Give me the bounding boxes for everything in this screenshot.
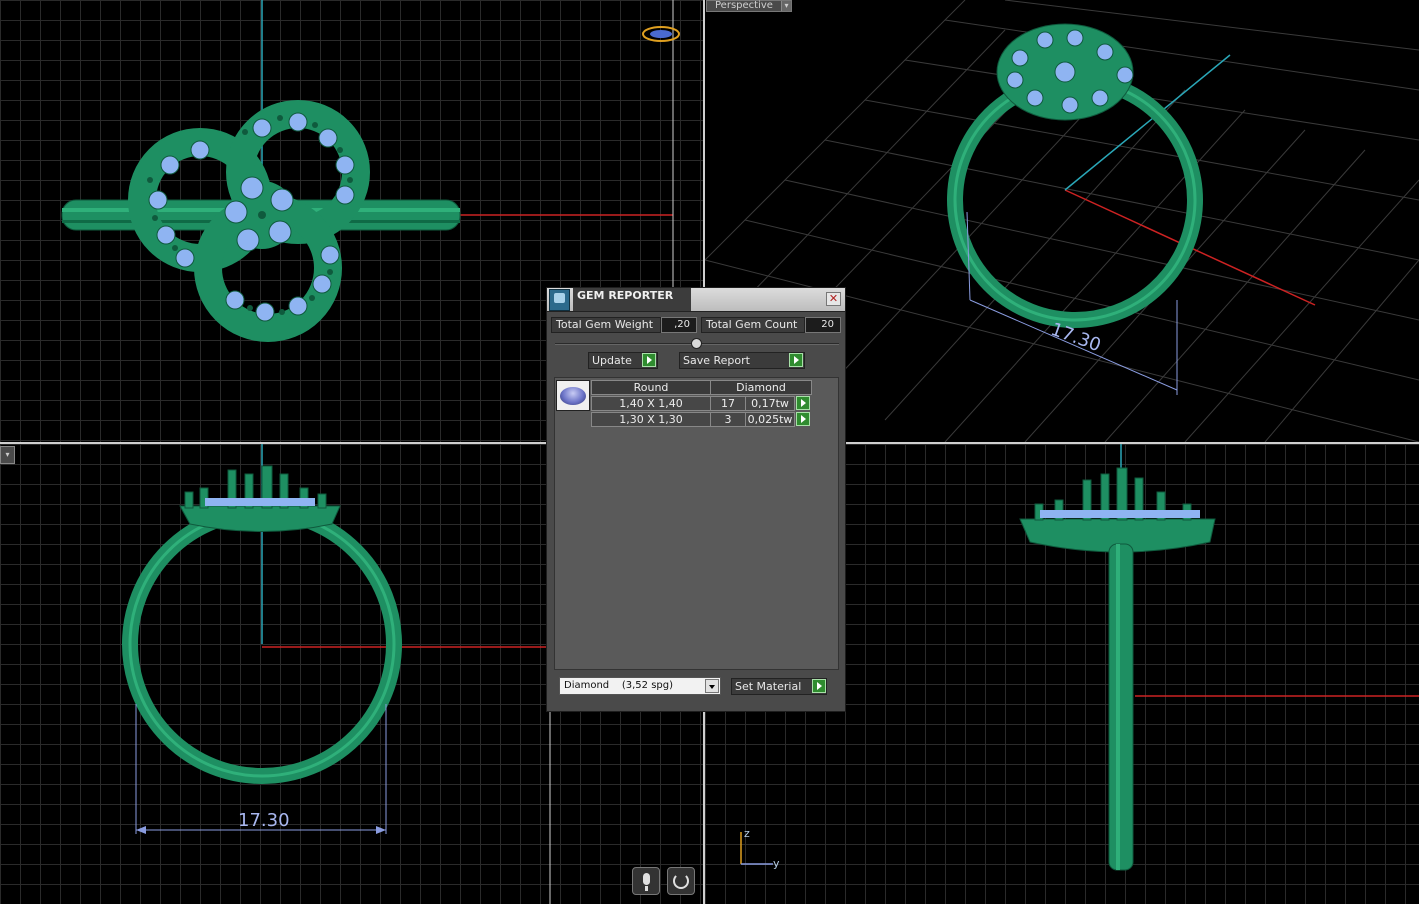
set-material-button-label: Set Material <box>735 680 802 693</box>
gem-reporter-dialog: GEM REPORTER ✕ Total Gem Weight ,20 Tota… <box>546 287 846 712</box>
chevron-down-icon: ▾ <box>781 1 791 11</box>
total-gem-weight-field[interactable]: ,20 <box>661 317 697 333</box>
round-gem-thumbnail-icon[interactable] <box>556 380 590 411</box>
save-report-button[interactable]: Save Report <box>679 352 805 369</box>
material-select[interactable]: Diamond (3,52 spg) <box>559 677 721 695</box>
row-select-arrow-icon[interactable] <box>796 396 810 410</box>
viewport-mode-label: Perspective <box>715 0 773 11</box>
gem-row-weight: 0,17tw <box>745 396 795 411</box>
dimension-label-front: 17.30 <box>238 810 290 831</box>
update-button[interactable]: Update <box>588 352 658 369</box>
gem-row-size: 1,40 X 1,40 <box>591 396 711 411</box>
close-icon: ✕ <box>828 292 839 305</box>
set-material-button[interactable]: Set Material <box>731 678 827 695</box>
update-button-label: Update <box>592 354 632 367</box>
row-select-arrow-icon[interactable] <box>796 412 810 426</box>
gem-reporter-icon <box>549 289 570 311</box>
viewport-menu-toggle[interactable]: ▾ <box>0 446 15 464</box>
ring-shank-side <box>1108 543 1134 871</box>
gem-row-count: 17 <box>710 396 746 411</box>
gem-row-weight: 0,025tw <box>745 412 795 427</box>
total-gem-count-field[interactable]: 20 <box>805 317 841 333</box>
microphone-icon <box>643 873 650 891</box>
close-button[interactable]: ✕ <box>826 292 841 306</box>
voice-button[interactable] <box>632 867 660 895</box>
play-arrow-icon <box>789 353 803 367</box>
chevron-down-icon <box>705 679 719 693</box>
axis-y-label: y <box>773 857 780 870</box>
dialog-titlebar[interactable]: GEM REPORTER ✕ <box>547 288 845 312</box>
play-arrow-icon <box>812 679 826 693</box>
gem-list: Round Diamond 1,40 X 1,40 17 0,17tw 1,30… <box>554 377 839 670</box>
material-select-value: Diamond (3,52 spg) <box>564 680 674 691</box>
refresh-icon <box>673 873 689 889</box>
axis-z-label: z <box>744 827 750 840</box>
viewport-mode-dropdown[interactable]: Perspective ▾ <box>706 0 792 12</box>
total-gem-count-label: Total Gem Count <box>701 317 805 333</box>
column-header-shape: Round <box>591 380 711 395</box>
dialog-title: GEM REPORTER <box>577 289 674 302</box>
save-report-button-label: Save Report <box>683 354 750 367</box>
play-arrow-icon <box>642 353 656 367</box>
panel-resize-handle[interactable] <box>691 338 702 349</box>
column-header-material: Diamond <box>710 380 812 395</box>
gem-row-count: 3 <box>710 412 746 427</box>
total-gem-weight-label: Total Gem Weight <box>551 317 661 333</box>
refresh-button[interactable] <box>667 867 695 895</box>
gem-row-size: 1,30 X 1,30 <box>591 412 711 427</box>
